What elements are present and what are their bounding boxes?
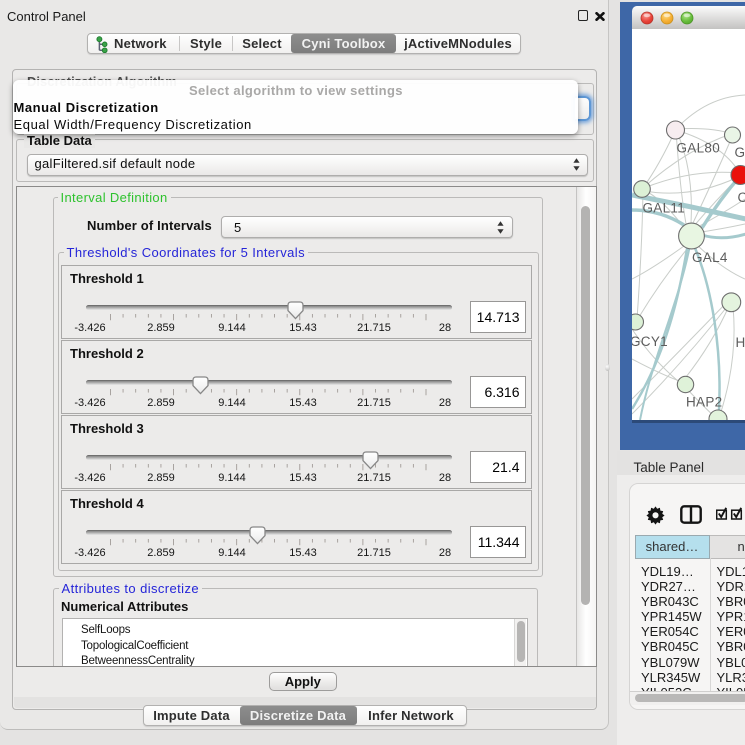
svg-text:GAL11: GAL11 xyxy=(642,201,685,216)
svg-text:HAP2: HAP2 xyxy=(686,395,722,410)
svg-text:H: H xyxy=(735,335,745,350)
svg-text:GAL80: GAL80 xyxy=(676,141,720,156)
svg-text:C: C xyxy=(737,190,745,205)
svg-text:GAL4: GAL4 xyxy=(692,250,728,265)
svg-text:GCY1: GCY1 xyxy=(632,334,668,349)
svg-text:GA: GA xyxy=(734,145,745,160)
